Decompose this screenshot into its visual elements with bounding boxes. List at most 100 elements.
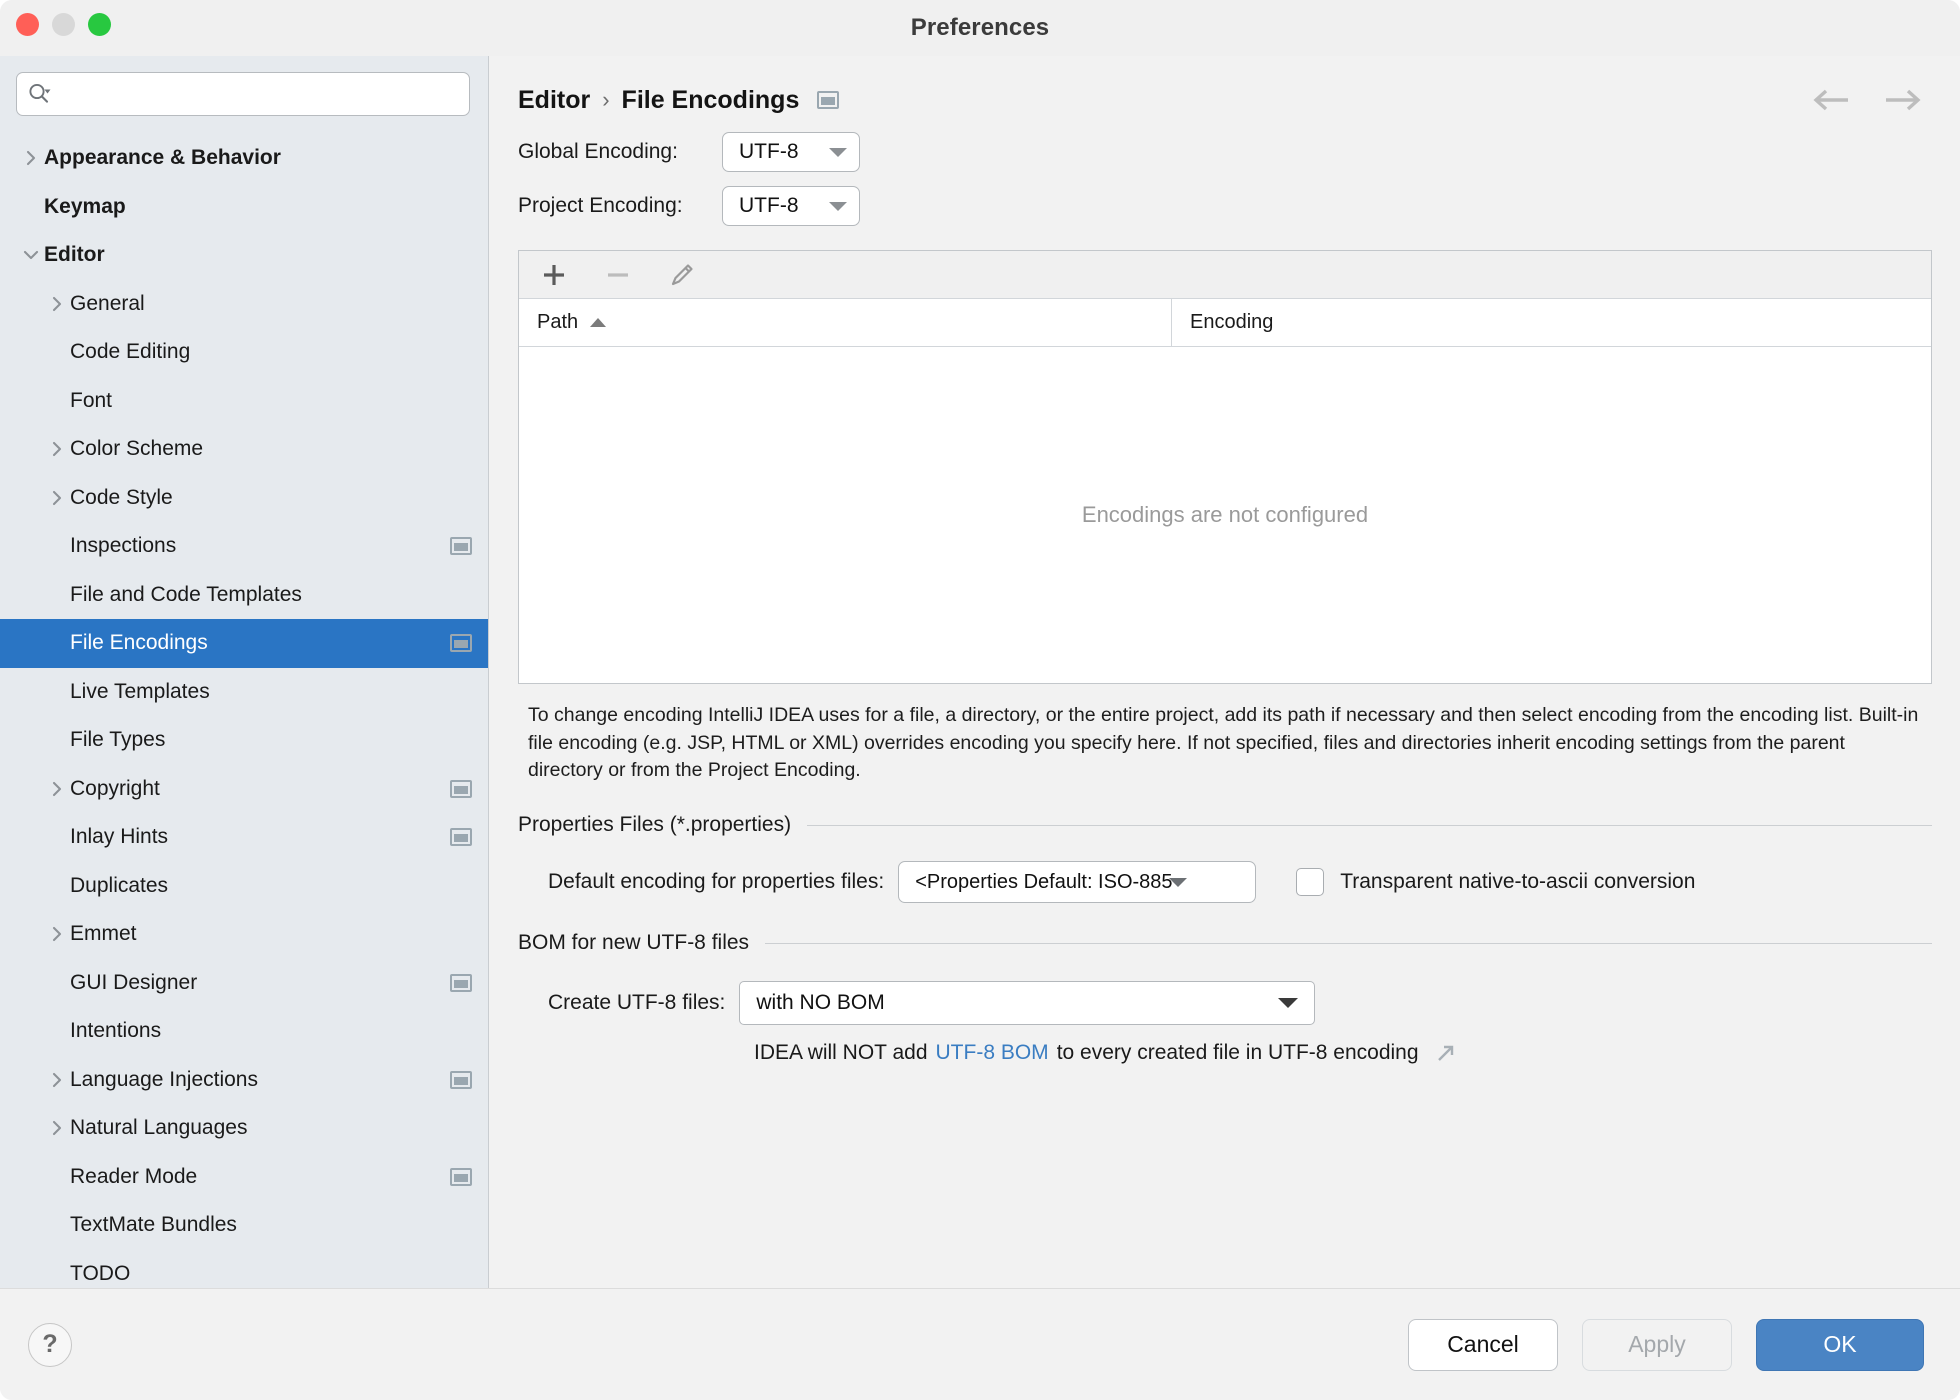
global-encoding-label: Global Encoding: — [518, 140, 708, 164]
breadcrumb-parent[interactable]: Editor — [518, 86, 590, 115]
chevron-right-icon[interactable] — [44, 1119, 70, 1137]
sidebar-item-inspections[interactable]: Inspections — [0, 522, 488, 571]
sidebar-item-code-editing[interactable]: Code Editing — [0, 328, 488, 377]
chevron-right-icon[interactable] — [44, 295, 70, 313]
project-scope-badge-icon — [450, 537, 472, 555]
sidebar-item-live-templates[interactable]: Live Templates — [0, 668, 488, 717]
settings-tree: Appearance & Behavior Keymap Editor General… — [0, 128, 488, 1288]
properties-files-section: Properties Files (*.properties) Default … — [518, 813, 1932, 903]
project-encoding-row: Project Encoding: UTF-8 — [490, 186, 1960, 226]
chevron-right-icon[interactable] — [44, 489, 70, 507]
properties-section-header: Properties Files (*.properties) — [518, 813, 1932, 837]
sidebar-item-label: TODO — [70, 1262, 130, 1286]
minimize-window-button[interactable] — [52, 13, 75, 36]
sidebar-item-label: Font — [70, 389, 112, 413]
column-header-encoding[interactable]: Encoding — [1172, 299, 1273, 346]
sidebar-item-textmate-bundles[interactable]: TextMate Bundles — [0, 1201, 488, 1250]
sidebar-item-label: File and Code Templates — [70, 583, 302, 607]
sidebar-item-label: Reader Mode — [70, 1165, 197, 1189]
table-body[interactable]: Encodings are not configured — [519, 347, 1931, 683]
bom-hint-after: to every created file in UTF-8 encoding — [1057, 1041, 1419, 1065]
default-properties-encoding-row: Default encoding for properties files: <… — [518, 861, 1932, 903]
default-properties-encoding-label: Default encoding for properties files: — [548, 870, 884, 894]
breadcrumb-current: File Encodings — [622, 86, 800, 115]
bom-section: BOM for new UTF-8 files Create UTF-8 fil… — [518, 931, 1932, 1065]
sidebar-item-file-encodings[interactable]: File Encodings — [0, 619, 488, 668]
window-controls — [16, 13, 111, 36]
sidebar-item-label: Keymap — [44, 195, 126, 219]
chevron-right-icon[interactable] — [44, 780, 70, 798]
sidebar-item-label: Live Templates — [70, 680, 210, 704]
settings-main-panel: Editor › File Encodings — [490, 56, 1960, 1288]
sidebar-item-label: Language Injections — [70, 1068, 258, 1092]
search-container — [0, 56, 488, 128]
search-input[interactable] — [53, 83, 459, 105]
sidebar-item-todo[interactable]: TODO — [0, 1250, 488, 1289]
sidebar-item-code-style[interactable]: Code Style — [0, 474, 488, 523]
sidebar-item-intentions[interactable]: Intentions — [0, 1007, 488, 1056]
back-arrow-icon[interactable] — [1810, 87, 1854, 113]
sidebar-item-gui-designer[interactable]: GUI Designer — [0, 959, 488, 1008]
apply-button[interactable]: Apply — [1582, 1319, 1732, 1371]
zoom-window-button[interactable] — [88, 13, 111, 36]
close-window-button[interactable] — [16, 13, 39, 36]
project-scope-badge-icon — [450, 974, 472, 992]
column-header-path[interactable]: Path — [519, 299, 1172, 346]
sidebar-item-label: Emmet — [70, 922, 137, 946]
global-encoding-dropdown[interactable]: UTF-8 — [722, 132, 860, 172]
cancel-button[interactable]: Cancel — [1408, 1319, 1558, 1371]
forward-arrow-icon[interactable] — [1880, 87, 1924, 113]
table-empty-message: Encodings are not configured — [1082, 502, 1368, 528]
project-encoding-dropdown[interactable]: UTF-8 — [722, 186, 860, 226]
column-header-encoding-label: Encoding — [1190, 311, 1273, 334]
section-divider — [807, 825, 1932, 826]
add-encoding-button[interactable] — [537, 258, 571, 292]
dialog-footer: ? Cancel Apply OK — [0, 1288, 1960, 1400]
external-link-icon[interactable] — [1435, 1042, 1457, 1064]
sidebar-item-keymap[interactable]: Keymap — [0, 183, 488, 232]
chevron-right-icon[interactable] — [18, 149, 44, 167]
sidebar-item-label: Duplicates — [70, 874, 168, 898]
sidebar-item-general[interactable]: General — [0, 280, 488, 329]
sidebar-item-label: Editor — [44, 243, 105, 267]
sidebar-item-font[interactable]: Font — [0, 377, 488, 426]
chevron-down-icon[interactable] — [18, 246, 44, 264]
sidebar-item-label: Code Editing — [70, 340, 190, 364]
sidebar-item-file-and-code-templates[interactable]: File and Code Templates — [0, 571, 488, 620]
chevron-right-icon[interactable] — [44, 440, 70, 458]
transparent-conversion-checkbox[interactable] — [1296, 868, 1324, 896]
edit-encoding-button[interactable] — [665, 258, 699, 292]
sidebar-item-editor[interactable]: Editor — [0, 231, 488, 280]
transparent-conversion-row[interactable]: Transparent native-to-ascii conversion — [1296, 868, 1695, 896]
bom-hint-row: IDEA will NOT add UTF-8 BOM to every cre… — [518, 1041, 1932, 1065]
global-encoding-row: Global Encoding: UTF-8 — [490, 132, 1960, 172]
project-scope-badge-icon — [450, 1168, 472, 1186]
chevron-right-icon[interactable] — [44, 1071, 70, 1089]
sidebar-item-copyright[interactable]: Copyright — [0, 765, 488, 814]
breadcrumb: Editor › File Encodings — [490, 56, 1960, 118]
sidebar-item-language-injections[interactable]: Language Injections — [0, 1056, 488, 1105]
bom-hint-before: IDEA will NOT add — [754, 1041, 928, 1065]
transparent-conversion-label: Transparent native-to-ascii conversion — [1340, 870, 1695, 894]
sidebar-item-emmet[interactable]: Emmet — [0, 910, 488, 959]
remove-encoding-button[interactable] — [601, 258, 635, 292]
preferences-window: Preferences Appearance & BehaviorKeymapE… — [0, 0, 1960, 1400]
sidebar-item-file-types[interactable]: File Types — [0, 716, 488, 765]
sidebar-item-duplicates[interactable]: Duplicates — [0, 862, 488, 911]
chevron-down-icon — [829, 148, 847, 157]
bom-hint-link[interactable]: UTF-8 BOM — [936, 1041, 1049, 1065]
default-properties-encoding-dropdown[interactable]: <Properties Default: ISO-885 — [898, 861, 1256, 903]
help-button[interactable]: ? — [28, 1323, 72, 1367]
sidebar-item-color-scheme[interactable]: Color Scheme — [0, 425, 488, 474]
sidebar-item-inlay-hints[interactable]: Inlay Hints — [0, 813, 488, 862]
sidebar-item-label: General — [70, 292, 145, 316]
chevron-right-icon[interactable] — [44, 925, 70, 943]
create-utf8-files-dropdown[interactable]: with NO BOM — [739, 981, 1315, 1025]
encodings-table-panel: Path Encoding Encodings are not configur… — [518, 250, 1932, 684]
search-box[interactable] — [16, 72, 470, 116]
sidebar-item-reader-mode[interactable]: Reader Mode — [0, 1153, 488, 1202]
ok-button[interactable]: OK — [1756, 1319, 1924, 1371]
project-scope-badge-icon — [450, 780, 472, 798]
sidebar-item-appearance-behavior[interactable]: Appearance & Behavior — [0, 134, 488, 183]
sidebar-item-natural-languages[interactable]: Natural Languages — [0, 1104, 488, 1153]
